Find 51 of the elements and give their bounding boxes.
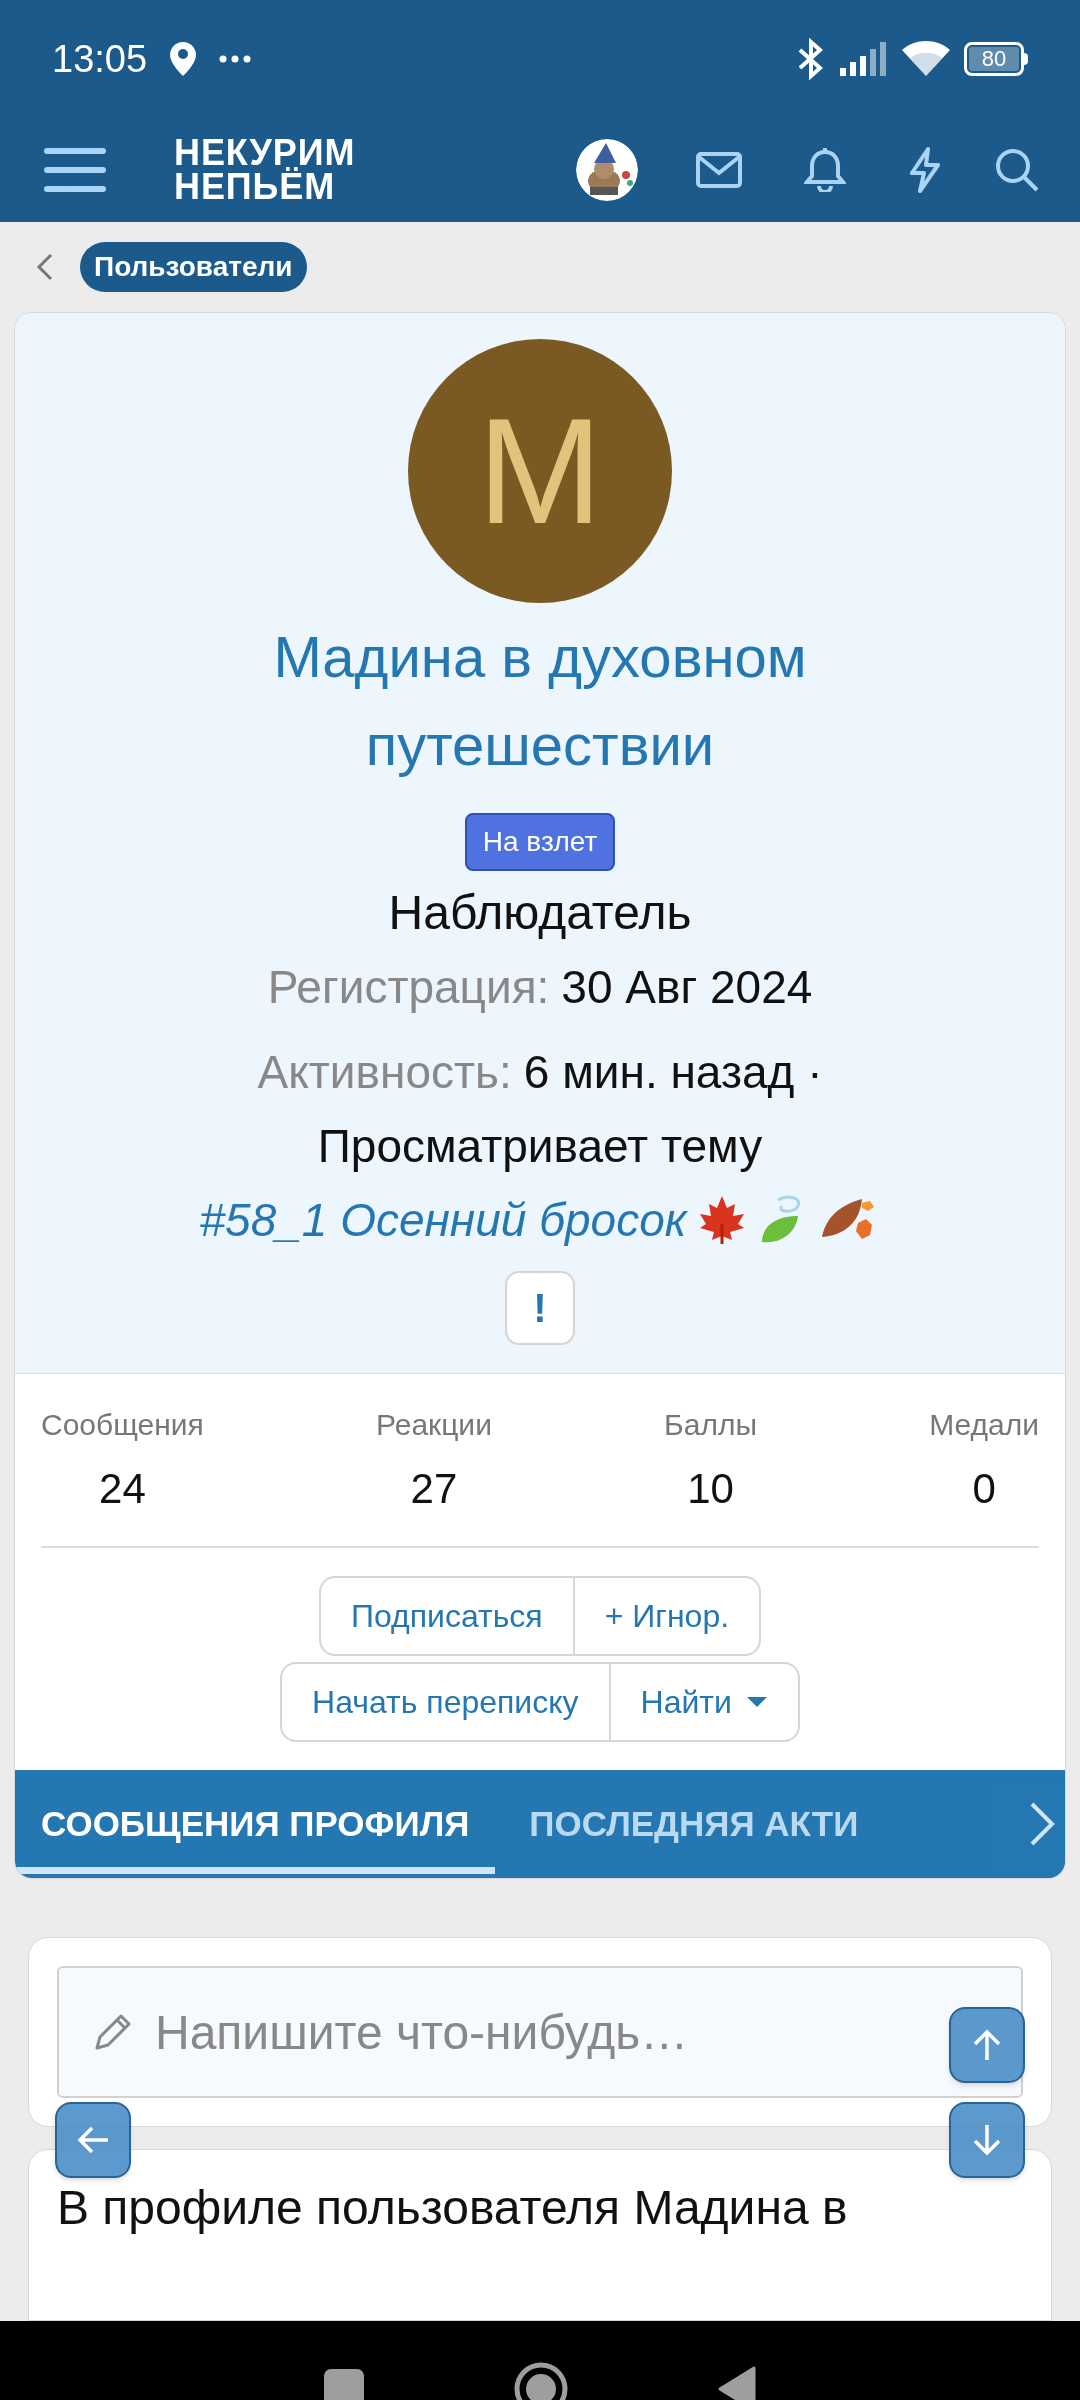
registration-date: 30 Авг 2024 [561,960,813,1015]
report-button[interactable]: ! [505,1271,575,1345]
bell-icon[interactable] [804,148,846,192]
maple-leaf-icon [698,1194,747,1246]
message-text: В профиле пользователя Мадина в [57,2180,849,2236]
back-chevron-icon[interactable] [36,253,54,281]
activity-time: 6 мин. назад · [523,1045,823,1100]
wifi-icon [902,40,950,78]
user-avatar: М [408,339,672,603]
action-button[interactable]: Начать переписку [282,1664,609,1740]
menu-icon[interactable] [44,145,106,195]
caret-down-icon [745,1696,768,1708]
comment-input[interactable]: Напишите что-нибудь… [57,1966,1023,2098]
action-button[interactable]: Подписаться [320,1578,573,1654]
breadcrumb-link[interactable]: Пользователи [80,242,307,292]
activity-text: Просматривает тему [317,1119,763,1174]
search-icon[interactable] [994,147,1040,193]
stat-label: Медали [929,1407,1039,1443]
user-title: Наблюдатель [388,885,692,941]
user-banner: На взлет [464,813,616,871]
activity-label: Активность: [257,1045,512,1100]
lightning-icon[interactable] [908,147,942,193]
arrow-down-icon [972,2123,1002,2157]
back-icon[interactable] [718,2366,756,2400]
stat-value[interactable]: 10 [687,1457,734,1520]
stat-label: Сообщения [41,1407,204,1443]
location-icon [169,41,198,77]
stat-value[interactable]: 24 [99,1457,146,1520]
more-icon [219,55,252,63]
site-logo[interactable]: НЕКУРИМ НЕПЬЁМ [174,136,356,204]
tab[interactable]: ПОСЛЕДНЯЯ АКТИ [503,1770,885,1878]
arrow-up-button[interactable] [949,2007,1025,2083]
arrow-left-button[interactable] [55,2102,131,2178]
mail-icon[interactable] [696,152,742,188]
arrow-down-button[interactable] [949,2102,1025,2178]
stat-label: Реакции [376,1407,492,1443]
registration-label: Регистрация: [267,960,550,1015]
user-name[interactable]: Мадина в духовном путешествии [220,613,860,789]
arrow-left-icon [76,2125,110,2155]
signal-icon [840,42,886,76]
topic-link[interactable]: #58_1 Осенний бросок [199,1183,687,1257]
arrow-up-icon [972,2028,1002,2062]
stat-value[interactable]: 0 [972,1457,996,1520]
status-time: 13:05 [52,36,148,82]
tab[interactable]: СООБЩЕНИЯ ПРОФИЛЯ [15,1770,496,1878]
stat-value[interactable]: 27 [410,1457,458,1520]
stat-label: Баллы [664,1407,757,1443]
chevron-right-icon[interactable] [1029,1801,1055,1847]
home-icon[interactable] [514,2362,568,2400]
action-button[interactable]: + Игнор. [572,1578,760,1654]
action-button[interactable]: Найти [608,1664,798,1740]
